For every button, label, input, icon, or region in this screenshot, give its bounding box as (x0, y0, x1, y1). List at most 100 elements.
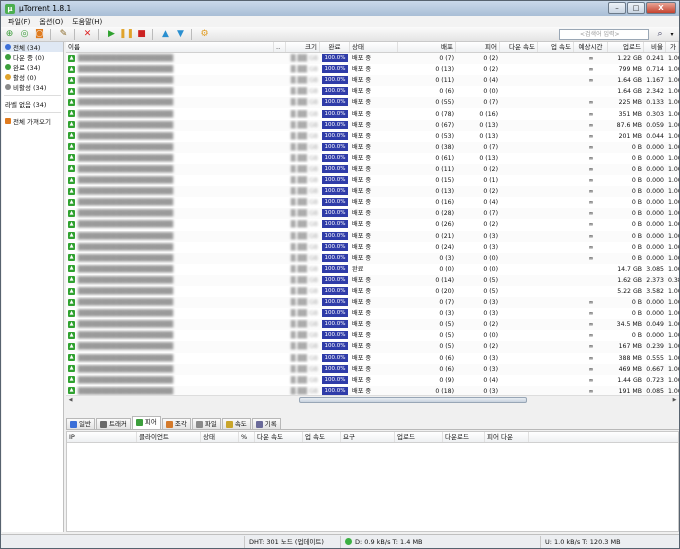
tab-0[interactable]: 일반 (66, 418, 95, 429)
sidebar-item-1[interactable]: 다운 중 (0) (2, 52, 63, 62)
torrent-name: ████████████████████ (78, 99, 174, 107)
move-down-icon[interactable]: ▼ (174, 28, 187, 41)
column-header[interactable]: 이름 (66, 42, 274, 52)
table-row[interactable]: ▲ ████████████████████ █.██ GB 100.0% 완료 0 (0… (66, 264, 679, 275)
maximize-button[interactable]: □ (627, 2, 645, 14)
column-header[interactable]: 가 (666, 42, 679, 52)
table-row[interactable]: ▲████████████████████ █.██ GB 100.0% 배포 중 0 … (66, 375, 679, 386)
menu-help[interactable]: 도움말(H) (72, 17, 102, 27)
tab-2[interactable]: 피어 (131, 416, 161, 429)
peers-column-header[interactable]: 피어 다운 (485, 432, 529, 442)
sidebar-item-2[interactable]: 완료 (34) (2, 62, 63, 72)
progress-bar: 100.0% (322, 275, 348, 284)
add-url-icon[interactable]: ◎ (18, 28, 31, 41)
peers-column-header[interactable]: 업로드 (395, 432, 443, 442)
remove-icon[interactable]: ✕ (81, 28, 94, 41)
table-row[interactable]: ▲████████████████████ █.██ GB 100.0% 배포 중 0 … (66, 186, 679, 198)
rss-icon[interactable]: ◙ (33, 28, 46, 41)
table-row[interactable]: ▲████████████████████ █.██ GB 100.0% 배포 중 0 … (66, 274, 679, 286)
peers-column-header[interactable]: % (239, 432, 255, 442)
create-torrent-icon[interactable]: ✎ (57, 28, 70, 41)
column-header[interactable]: 업로드 (608, 42, 644, 52)
minimize-button[interactable]: – (608, 2, 626, 14)
peers-column-header[interactable]: 다운로드 (443, 432, 485, 442)
table-row[interactable]: ▲████████████████████ █.██ GB 100.0% 배포 중 0 … (66, 353, 679, 364)
menu-file[interactable]: 파일(F) (8, 17, 30, 27)
close-button[interactable]: X (646, 2, 676, 14)
scroll-left-icon[interactable]: ◀ (66, 396, 75, 404)
column-header[interactable]: 배포 (398, 42, 456, 52)
table-row[interactable]: ▲████████████████████ █.██ GB 100.0% 배포 중 0 … (66, 86, 679, 97)
scroll-right-icon[interactable]: ▶ (670, 396, 679, 404)
tab-6[interactable]: 기록 (251, 418, 281, 429)
table-row[interactable]: ▲████████████████████ █.██ GB 100.0% 배포 중 0 … (66, 97, 679, 109)
table-row[interactable]: ▲████████████████████ █.██ GB 100.0% 배포 중 0 … (66, 163, 679, 176)
table-row[interactable]: ▲████████████████████ █.██ GB 100.0% 배포 중 0 … (66, 64, 679, 75)
preferences-icon[interactable]: ⚙ (198, 28, 211, 41)
search-dropdown-icon[interactable]: ▾ (668, 29, 676, 40)
sidebar-item-rss[interactable]: 전체 가져오기 (2, 116, 63, 126)
table-row[interactable]: ▲████████████████████ █.██ GB 100.0% 배포 중 0 … (66, 53, 679, 65)
table-row[interactable]: ▲████████████████████ █.██ GB 100.0% 배포 중 0 … (66, 308, 679, 319)
done-cell: 100.0% (320, 131, 350, 142)
table-row[interactable]: ▲████████████████████ █.██ GB 100.0% 배포 중 0 … (66, 363, 679, 375)
tab-4[interactable]: 파일 (191, 418, 221, 429)
move-up-icon[interactable]: ▲ (159, 28, 172, 41)
seeding-icon: ▲ (68, 276, 75, 284)
table-row[interactable]: ▲████████████████████ █.██ GB 100.0% 배포 중 0 … (66, 197, 679, 208)
peers-column-header[interactable]: 상태 (201, 432, 239, 442)
table-row[interactable]: ▲████████████████████ █.██ GB 100.0% 배포 중 0 … (66, 119, 679, 131)
column-header[interactable]: 크기 (286, 42, 320, 52)
search-input[interactable]: <검색어 입력> (559, 29, 649, 40)
tab-1[interactable]: 트래커 (95, 418, 131, 429)
add-torrent-icon[interactable]: ⊕ (3, 28, 16, 41)
column-header[interactable]: 비율 (644, 42, 666, 52)
column-header[interactable]: 완료 (320, 42, 350, 52)
seeding-icon: ▲ (68, 198, 75, 206)
peers-column-header[interactable]: IP (67, 432, 137, 442)
table-row[interactable]: ▲████████████████████ █.██ GB 100.0% 배포 중 0 … (66, 297, 679, 309)
table-row[interactable]: ▲████████████████████ █.██ GB 100.0% 배포 중 0 … (66, 75, 679, 87)
column-header[interactable]: 예상시간 (574, 42, 608, 52)
stop-icon[interactable]: ■ (135, 28, 148, 41)
download-status[interactable]: D: 0.9 kB/s T: 1.4 MB (341, 535, 541, 548)
column-header[interactable]: 다운 속도 (500, 42, 538, 52)
column-header[interactable]: .. (274, 42, 286, 52)
table-row[interactable]: ▲████████████████████ █.██ GB 100.0% 배포 중 0 … (66, 242, 679, 253)
sidebar-item-3[interactable]: 활성 (0) (2, 72, 63, 82)
column-header[interactable]: 상태 (350, 42, 398, 52)
table-row[interactable]: ▲████████████████████ █.██ GB 100.0% 배포 중 0 … (66, 153, 679, 164)
tab-3[interactable]: 조각 (161, 418, 191, 429)
table-row[interactable]: ▲████████████████████ █.██ GB 100.0% 배포 중 0 … (66, 175, 679, 186)
search-icon[interactable]: ⌕ (653, 28, 667, 41)
peers-column-header[interactable]: 클라이언트 (137, 432, 201, 442)
table-row[interactable]: ▲████████████████████ █.██ GB 100.0% 배포 중 0 … (66, 230, 679, 242)
table-row[interactable]: ▲████████████████████ █.██ GB 100.0% 배포 중 0 … (66, 286, 679, 297)
horizontal-scrollbar[interactable]: ◀ ▶ (66, 395, 679, 404)
scrollbar-thumb[interactable] (299, 397, 527, 403)
table-row[interactable]: ▲████████████████████ █.██ GB 100.0% 배포 중 0 … (66, 319, 679, 331)
title-bar[interactable]: µ µTorrent 1.8.1 – □ X (1, 1, 679, 16)
table-row[interactable]: ▲████████████████████ █.██ GB 100.0% 배포 중 0 … (66, 131, 679, 142)
menu-options[interactable]: 옵션(O) (39, 17, 63, 27)
column-header[interactable]: 업 속도 (538, 42, 574, 52)
peers-column-header[interactable]: 다운 속도 (255, 432, 303, 442)
sidebar-item-no-label[interactable]: 라벨 없음 (34) (2, 99, 63, 109)
column-header[interactable]: 피어 (456, 42, 500, 52)
table-row[interactable]: ▲████████████████████ █.██ GB 100.0% 배포 중 0 … (66, 208, 679, 220)
progress-bar: 100.0% (322, 198, 348, 207)
tab-5[interactable]: 속도 (221, 418, 251, 429)
peers-column-header[interactable]: 업 속도 (303, 432, 341, 442)
table-row[interactable]: ▲████████████████████ █.██ GB 100.0% 배포 중 0 … (66, 219, 679, 230)
peers-column-header[interactable]: 요구 (341, 432, 395, 442)
sidebar-item-0[interactable]: 전체 (34) (2, 42, 63, 52)
uploaded-cell: 34.5 MB (616, 321, 642, 329)
sidebar-item-4[interactable]: 비활성 (34) (2, 82, 63, 92)
table-row[interactable]: ▲████████████████████ █.██ GB 100.0% 배포 중 0 … (66, 141, 679, 153)
pause-icon[interactable]: ❚❚ (119, 28, 134, 41)
table-row[interactable]: ▲████████████████████ █.██ GB 100.0% 배포 중 0 … (66, 330, 679, 341)
table-row[interactable]: ▲████████████████████ █.██ GB 100.0% 배포 중 0 … (66, 108, 679, 119)
table-row[interactable]: ▲████████████████████ █.██ GB 100.0% 배포 중 0 … (66, 252, 679, 264)
table-row[interactable]: ▲████████████████████ █.██ GB 100.0% 배포 중 0 … (66, 341, 679, 353)
start-icon[interactable]: ▶ (105, 28, 118, 41)
